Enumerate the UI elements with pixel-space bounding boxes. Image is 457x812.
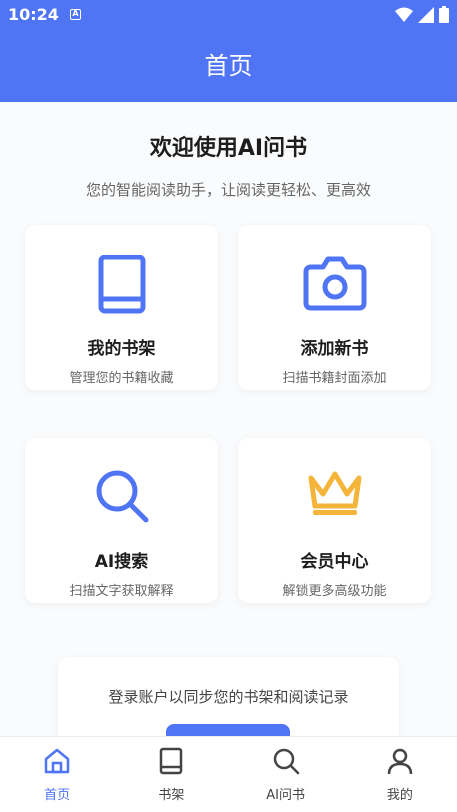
nav-label: 我的 (386, 788, 413, 803)
card-desc: 扫描文字获取解释 (69, 584, 174, 599)
notification-icon: A (70, 9, 81, 20)
card-title: 我的书架 (87, 339, 156, 359)
card-title: AI搜索 (94, 552, 149, 572)
crown-icon (308, 471, 361, 515)
nav-item-bookshelf[interactable]: 书架 (114, 737, 228, 812)
signal-icon (418, 6, 434, 23)
login-button[interactable] (166, 724, 290, 736)
nav-label: 首页 (44, 788, 71, 803)
nav-item-mine[interactable]: 我的 (343, 737, 457, 812)
nav-label: AI问书 (266, 788, 305, 803)
app-bar: 首页 (0, 30, 457, 102)
status-bar: 10:24 A (0, 0, 457, 30)
card-desc: 解锁更多高级功能 (282, 584, 387, 599)
wifi-icon (395, 7, 413, 22)
search-icon (273, 748, 299, 775)
login-text: 登录账户以同步您的书架和阅读记录 (108, 688, 349, 706)
nav-label: 书架 (158, 788, 185, 803)
card-title: 添加新书 (300, 339, 369, 359)
book-icon (160, 747, 183, 775)
welcome-subtitle: 您的智能阅读助手，让阅读更轻松、更高效 (85, 181, 371, 199)
card-title: 会员中心 (300, 552, 369, 572)
nav-item-ai[interactable]: AI问书 (229, 737, 343, 812)
card-membership[interactable]: 会员中心 解锁更多高级功能 (238, 438, 431, 603)
card-bookshelf[interactable]: 我的书架 管理您的书籍收藏 (25, 225, 218, 390)
home-icon (44, 748, 70, 774)
bottom-nav: 首页 书架 AI问书 我的 (0, 736, 457, 812)
system-icons (395, 6, 449, 23)
card-add-book[interactable]: 添加新书 扫描书籍封面添加 (238, 225, 431, 390)
camera-icon (303, 256, 366, 311)
login-prompt: 登录账户以同步您的书架和阅读记录 (58, 657, 399, 736)
card-desc: 管理您的书籍收藏 (69, 371, 174, 386)
page-title: 首页 (204, 52, 253, 80)
card-ai-search[interactable]: AI搜索 扫描文字获取解释 (25, 438, 218, 603)
card-desc: 扫描书籍封面添加 (282, 371, 387, 386)
person-icon (387, 748, 413, 775)
book-icon (98, 255, 145, 314)
home-content: 欢迎使用AI问书 您的智能阅读助手，让阅读更轻松、更高效 我的书架 管理您的书籍… (0, 102, 457, 736)
nav-item-home[interactable]: 首页 (0, 737, 114, 812)
status-time: 10:24 (8, 5, 59, 24)
welcome-title: 欢迎使用AI问书 (149, 136, 308, 161)
search-icon (96, 470, 148, 523)
battery-icon (439, 6, 449, 23)
